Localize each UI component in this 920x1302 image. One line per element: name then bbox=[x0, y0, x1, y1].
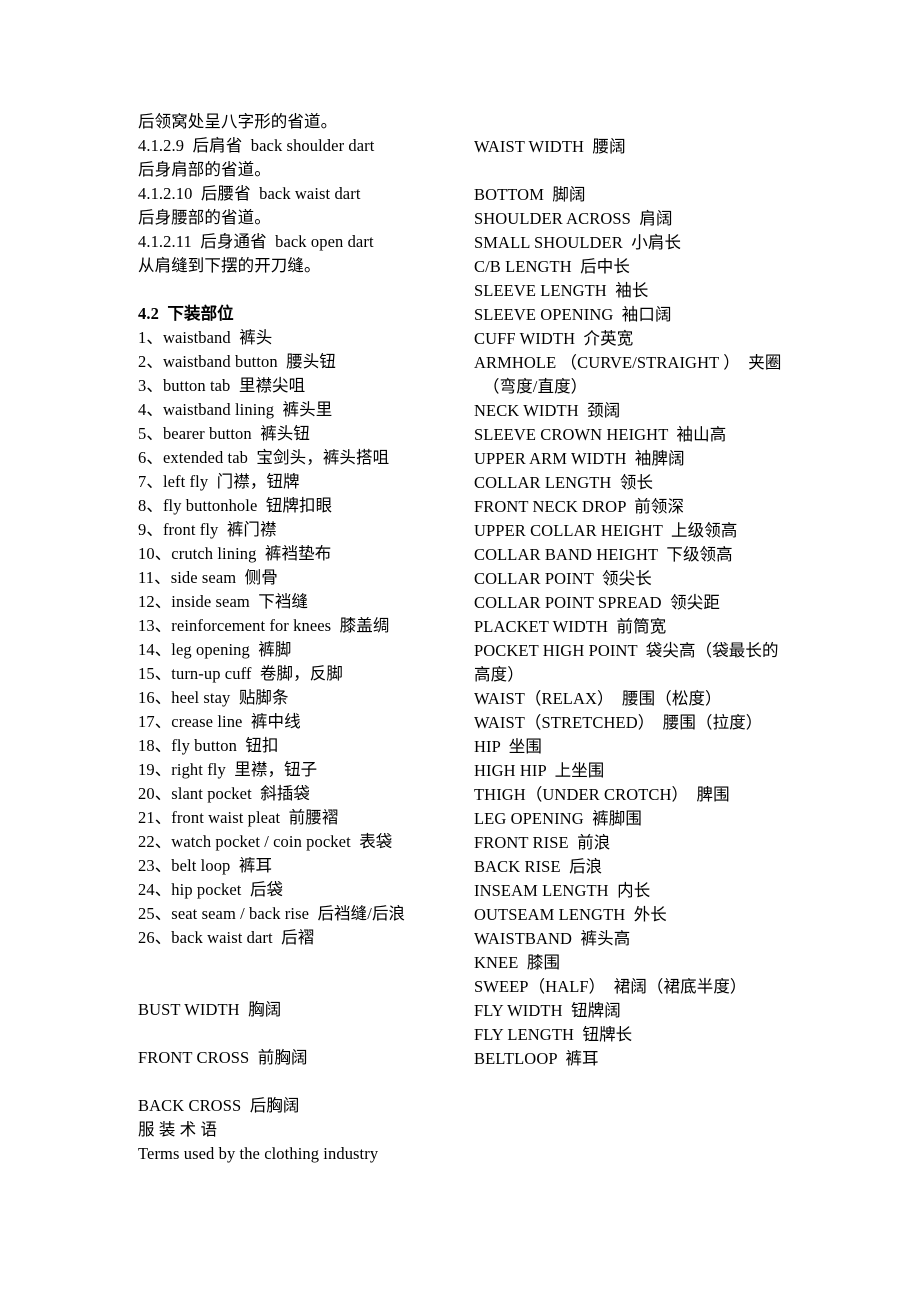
text-line: HIGH HIP 上坐围 bbox=[474, 761, 605, 780]
text-line: CUFF WIDTH 介英宽 bbox=[474, 329, 634, 348]
text-line: SLEEVE LENGTH 袖长 bbox=[474, 281, 649, 300]
text-line: INSEAM LENGTH 内长 bbox=[474, 881, 651, 900]
text-line: NECK WIDTH 颈阔 bbox=[474, 401, 621, 420]
text-line: SLEEVE OPENING 袖口阔 bbox=[474, 305, 672, 324]
text-line: 20、slant pocket 斜插袋 bbox=[138, 784, 311, 803]
text-line: FRONT NECK DROP 前领深 bbox=[474, 497, 685, 516]
text-line: 15、turn-up cuff 卷脚，反脚 bbox=[138, 664, 343, 683]
text-line: WAISTBAND 裤头高 bbox=[474, 929, 631, 948]
text-line: WAIST（RELAX） 腰围（松度） bbox=[474, 689, 722, 708]
text-line: 4、waistband lining 裤头里 bbox=[138, 400, 333, 419]
text-line: FRONT RISE 前浪 bbox=[474, 833, 611, 852]
text-line: 23、belt loop 裤耳 bbox=[138, 856, 273, 875]
text-line: BOTTOM 脚阔 bbox=[474, 185, 586, 204]
text-line: 8、fly buttonhole 钮牌扣眼 bbox=[138, 496, 333, 515]
text-line: KNEE 膝围 bbox=[474, 953, 561, 972]
text-line: 后领窝处呈八字形的省道。 bbox=[138, 112, 338, 131]
text-line: 4.1.2.10 后腰省 back waist dart bbox=[138, 184, 361, 203]
text-line: COLLAR LENGTH 领长 bbox=[474, 473, 654, 492]
text-line: 7、left fly 门襟，钮牌 bbox=[138, 472, 300, 491]
text-line: 16、heel stay 贴脚条 bbox=[138, 688, 289, 707]
text-line: 22、watch pocket / coin pocket 表袋 bbox=[138, 832, 393, 851]
text-line: Terms used by the clothing industry bbox=[138, 1144, 379, 1163]
text-line: 13、reinforcement for knees 膝盖绸 bbox=[138, 616, 390, 635]
text-line: SMALL SHOULDER 小肩长 bbox=[474, 233, 682, 252]
text-line: 5、bearer button 裤头钮 bbox=[138, 424, 311, 443]
right-text-column: WAIST WIDTH 腰阔 BOTTOM 脚阔 SHOULDER ACROSS … bbox=[474, 135, 814, 1071]
text-line: COLLAR BAND HEIGHT 下级领高 bbox=[474, 545, 733, 564]
text-line: 4.1.2.11 后身通省 back open dart bbox=[138, 232, 374, 251]
text-line: 17、crease line 裤中线 bbox=[138, 712, 301, 731]
text-line: 19、right fly 里襟，钮子 bbox=[138, 760, 318, 779]
text-line: 1、waistband 裤头 bbox=[138, 328, 273, 347]
text-line: 25、seat seam / back rise 后裆缝/后浪 bbox=[138, 904, 406, 923]
text-line: 4.2 下装部位 bbox=[138, 304, 234, 323]
text-line: BACK CROSS 后胸阔 bbox=[138, 1096, 300, 1115]
text-line: 后身腰部的省道。 bbox=[138, 208, 271, 227]
left-text-column: 后领窝处呈八字形的省道。 4.1.2.9 后肩省 back shoulder da… bbox=[138, 110, 458, 1166]
text-line: 10、crutch lining 裤裆垫布 bbox=[138, 544, 332, 563]
text-line: LEG OPENING 裤脚围 bbox=[474, 809, 642, 828]
text-line: 从肩缝到下摆的开刀缝。 bbox=[138, 256, 321, 275]
text-line: OUTSEAM LENGTH 外长 bbox=[474, 905, 667, 924]
text-line: 9、front fly 裤门襟 bbox=[138, 520, 277, 539]
text-line: SLEEVE CROWN HEIGHT 袖山高 bbox=[474, 425, 727, 444]
text-line: 18、fly button 钮扣 bbox=[138, 736, 279, 755]
text-line: 2、waistband button 腰头钮 bbox=[138, 352, 336, 371]
text-line: 24、hip pocket 后袋 bbox=[138, 880, 284, 899]
text-line: WAIST WIDTH 腰阔 bbox=[474, 137, 626, 156]
text-line: 后身肩部的省道。 bbox=[138, 160, 271, 179]
text-line: BUST WIDTH 胸阔 bbox=[138, 1000, 282, 1019]
text-line: 3、button tab 里襟尖咀 bbox=[138, 376, 306, 395]
text-line: 服 装 术 语 bbox=[138, 1120, 218, 1139]
text-line: FLY LENGTH 钮牌长 bbox=[474, 1025, 633, 1044]
text-line: COLLAR POINT 领尖长 bbox=[474, 569, 652, 588]
document-page: 后领窝处呈八字形的省道。 4.1.2.9 后肩省 back shoulder da… bbox=[0, 0, 920, 1302]
text-line: FRONT CROSS 前胸阔 bbox=[138, 1048, 308, 1067]
text-line: HIP 坐围 bbox=[474, 737, 542, 756]
text-line: 14、leg opening 裤脚 bbox=[138, 640, 292, 659]
text-line: 12、inside seam 下裆缝 bbox=[138, 592, 309, 611]
text-line: 高度） bbox=[474, 665, 524, 684]
text-line: PLACKET WIDTH 前筒宽 bbox=[474, 617, 667, 636]
text-line: 4.1.2.9 后肩省 back shoulder dart bbox=[138, 136, 375, 155]
text-line: 6、extended tab 宝剑头，裤头搭咀 bbox=[138, 448, 390, 467]
text-line: （弯度/直度） bbox=[483, 377, 588, 396]
text-line: 26、back waist dart 后褶 bbox=[138, 928, 315, 947]
text-line: UPPER ARM WIDTH 袖脾阔 bbox=[474, 449, 685, 468]
text-line: WAIST（STRETCHED） 腰围（拉度） bbox=[474, 713, 763, 732]
text-line: BACK RISE 后浪 bbox=[474, 857, 603, 876]
text-line: POCKET HIGH POINT 袋尖高（袋最长的 bbox=[474, 641, 779, 660]
text-line: COLLAR POINT SPREAD 领尖距 bbox=[474, 593, 720, 612]
text-line: 21、front waist pleat 前腰褶 bbox=[138, 808, 339, 827]
text-line: SWEEP（HALF） 裙阔（裙底半度） bbox=[474, 977, 747, 996]
text-line: ARMHOLE （CURVE/STRAIGHT ） 夹圈 bbox=[474, 353, 782, 372]
text-line: SHOULDER ACROSS 肩阔 bbox=[474, 209, 673, 228]
text-line: FLY WIDTH 钮牌阔 bbox=[474, 1001, 621, 1020]
text-line: BELTLOOP 裤耳 bbox=[474, 1049, 599, 1068]
text-line: 11、side seam 侧骨 bbox=[138, 568, 278, 587]
text-line: THIGH（UNDER CROTCH） 脾围 bbox=[474, 785, 730, 804]
text-line: C/B LENGTH 后中长 bbox=[474, 257, 630, 276]
text-line: UPPER COLLAR HEIGHT 上级领高 bbox=[474, 521, 738, 540]
